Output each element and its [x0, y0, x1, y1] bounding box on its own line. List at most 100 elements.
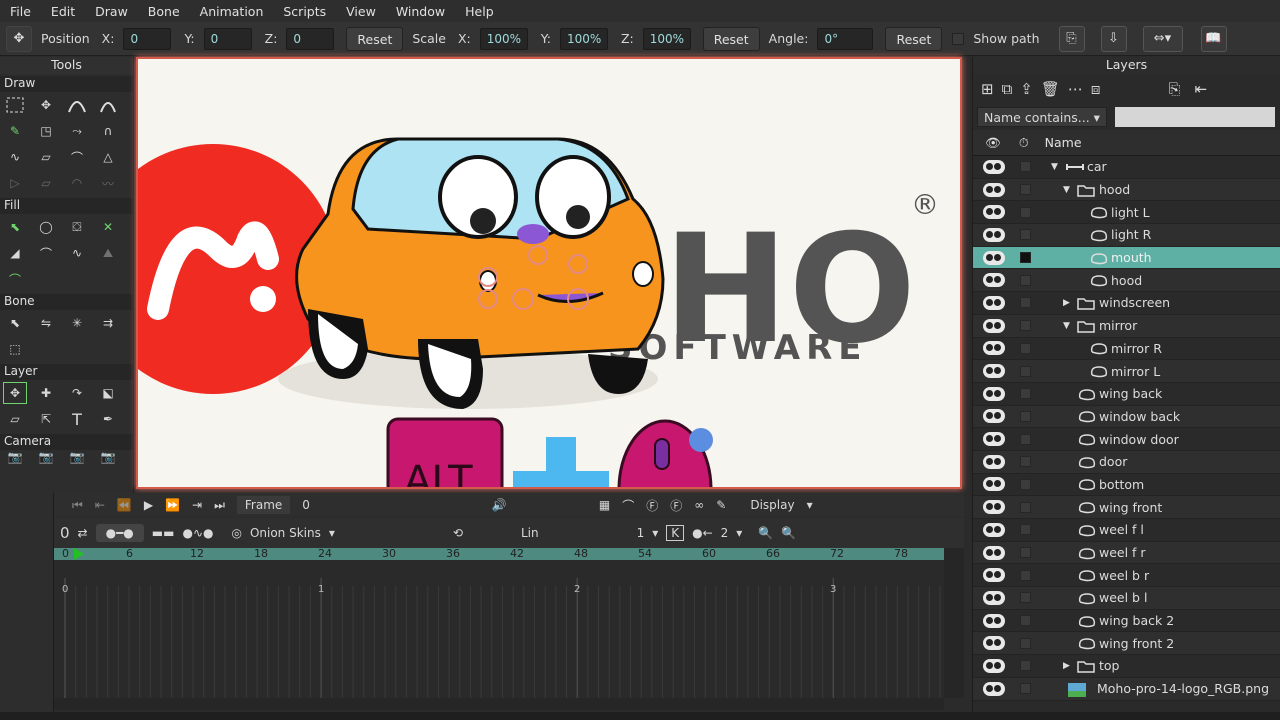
onion-skins-label[interactable]: Onion Skins — [250, 526, 321, 540]
layer-row[interactable]: hood — [973, 269, 1280, 293]
menu-file[interactable]: File — [0, 4, 41, 19]
interp-value[interactable]: 1 — [637, 526, 645, 540]
visibility-eye-icon[interactable] — [983, 681, 1005, 696]
layer-select-checkbox[interactable] — [1020, 456, 1031, 468]
menu-draw[interactable]: Draw — [85, 4, 138, 19]
rewind-icon[interactable]: ⟲ — [453, 526, 463, 540]
layer-row[interactable]: weel b l — [973, 587, 1280, 610]
delete-shape-icon[interactable]: ✕ — [96, 216, 120, 238]
show-path-checkbox[interactable] — [952, 32, 965, 45]
layer-row[interactable]: ▶ top — [973, 655, 1280, 678]
layer-select-checkbox[interactable] — [1020, 161, 1031, 173]
layer-comp-icon[interactable]: ⎘ — [1168, 80, 1180, 98]
menu-window[interactable]: Window — [386, 4, 455, 19]
position-z-field[interactable]: 0 — [286, 27, 335, 50]
layer-row[interactable]: Moho-pro-14-logo_RGB.png — [973, 677, 1280, 701]
timeline-tracks[interactable]: 0 1 2 3 — [54, 560, 1005, 698]
visibility-eye-icon[interactable] — [983, 159, 1005, 174]
menu-animation[interactable]: Animation — [190, 4, 274, 19]
transform-bone-icon[interactable]: ⇋ — [34, 312, 58, 334]
layer-select-checkbox[interactable] — [1020, 501, 1031, 513]
bezier-icon[interactable]: ⌒ — [622, 497, 634, 514]
zoom-out-icon[interactable]: 🔍 — [758, 526, 773, 540]
add-bone-icon[interactable]: ✳ — [65, 312, 89, 334]
curve-icon[interactable]: ∿ — [3, 146, 27, 168]
scale-layer-icon[interactable]: ⬕ — [96, 382, 120, 404]
angle-field[interactable]: 0° — [817, 27, 874, 50]
layer-row[interactable]: window back — [973, 405, 1280, 429]
step-back-icon[interactable]: ⏪ — [117, 498, 132, 512]
onion-skin-icon[interactable]: ◎ — [231, 526, 241, 540]
expand-down-icon[interactable]: ▼ — [1063, 185, 1070, 195]
camera-zoom-icon[interactable]: 📷 — [34, 450, 58, 464]
shear-layer-icon[interactable]: ▱ — [3, 408, 27, 430]
visibility-eye-icon[interactable] — [983, 500, 1005, 515]
layer-row[interactable]: weel f r — [973, 541, 1280, 565]
frame-counter[interactable]: 0 — [60, 524, 70, 542]
book-icon[interactable]: 📖 — [1200, 25, 1227, 52]
menu-view[interactable]: View — [336, 4, 386, 19]
visibility-eye-icon[interactable] — [983, 613, 1005, 628]
flip-vertical-icon[interactable]: ⇩ — [1100, 25, 1127, 52]
visibility-eye-icon[interactable] — [983, 454, 1005, 469]
translate-layer-icon[interactable]: ✚ — [34, 382, 58, 404]
last-frame-icon[interactable]: ⏭ — [214, 498, 225, 513]
layer-row[interactable]: ▼ car — [973, 156, 1280, 179]
visibility-eye-icon[interactable] — [983, 386, 1005, 401]
layer-row[interactable]: light R — [973, 224, 1280, 247]
layer-row[interactable]: ▼ hood — [973, 178, 1280, 202]
layer-row[interactable]: ▼ mirror — [973, 314, 1280, 338]
angle-reset-button[interactable]: Reset — [885, 26, 943, 51]
line-width-icon[interactable]: ◢ — [3, 242, 27, 264]
keyframe-button[interactable]: K — [666, 525, 685, 541]
expand-down-icon[interactable]: ▼ — [1051, 162, 1058, 172]
flip-horizontal-icon[interactable]: ⎘ — [1058, 25, 1085, 52]
shape-fx-icon[interactable]: ∞ — [694, 498, 704, 512]
timeline-ruler[interactable]: 0 6 12 18 24 30 36 42 48 54 60 66 72 78 — [54, 547, 944, 560]
layer-row[interactable]: mirror R — [973, 338, 1280, 361]
layer-select-checkbox[interactable] — [1020, 569, 1031, 581]
translate-points-icon[interactable]: ✥ — [34, 94, 58, 116]
stroke-exposure-icon[interactable]: ∿ — [65, 242, 89, 264]
reparent-bone-icon[interactable]: ⇉ — [96, 312, 120, 334]
scale-z-field[interactable]: 100% — [642, 27, 691, 50]
position-reset-button[interactable]: Reset — [346, 26, 404, 51]
visibility-eye-icon[interactable] — [983, 590, 1005, 605]
visibility-eye-icon[interactable] — [983, 318, 1005, 333]
layer-select-checkbox[interactable] — [1020, 342, 1031, 354]
select-shape-icon[interactable]: ⬉ — [3, 216, 27, 238]
visibility-eye-icon[interactable] — [983, 409, 1005, 424]
layer-select-checkbox[interactable] — [1020, 637, 1031, 649]
layer-row[interactable]: wing front 2 — [973, 632, 1280, 656]
bone-strength-icon[interactable]: ⬚ — [3, 338, 27, 360]
switch-layer-icon[interactable]: ⇱ — [34, 408, 58, 430]
text-tool-icon[interactable]: T — [65, 408, 89, 430]
triangle-tool-icon[interactable]: △ — [96, 146, 120, 168]
timeline-vscrollbar[interactable] — [944, 548, 964, 698]
layer-row[interactable]: door — [973, 450, 1280, 474]
magnet-icon[interactable] — [96, 94, 120, 116]
duplicate-layer-icon[interactable]: ⧉ — [1002, 80, 1013, 98]
layer-row[interactable]: light L — [973, 201, 1280, 225]
rotate-layer-icon[interactable]: ↷ — [65, 382, 89, 404]
step-forward-icon[interactable]: ⏩ — [165, 498, 180, 512]
channel-step-icon[interactable]: ▬▬ — [152, 526, 175, 540]
position-x-field[interactable]: 0 — [123, 27, 172, 50]
visibility-eye-icon[interactable] — [983, 364, 1005, 379]
step-value[interactable]: 2 — [721, 526, 729, 540]
eyedropper-icon[interactable]: ✒ — [96, 408, 120, 430]
layer-row[interactable]: window door — [973, 428, 1280, 451]
fx-icon[interactable]: Ⓕ — [646, 497, 658, 514]
scale-x-field[interactable]: 100% — [479, 27, 528, 50]
filter-text-input[interactable] — [1115, 107, 1275, 127]
layer-row[interactable]: mouth — [973, 246, 1280, 270]
fx-toggle-icon[interactable]: Ⓕ — [670, 497, 682, 514]
freehand-icon[interactable]: ✎ — [3, 120, 27, 142]
align-menu-icon[interactable]: ⇔▾ — [1142, 25, 1183, 52]
layer-select-checkbox[interactable] — [1020, 184, 1031, 196]
layer-settings-icon[interactable]: ⧈ — [1091, 80, 1101, 98]
timeline-hscrollbar[interactable] — [54, 698, 944, 710]
more-options-icon[interactable]: ⋯ — [1068, 80, 1083, 98]
visibility-eye-icon[interactable] — [983, 205, 1005, 220]
layer-select-checkbox[interactable] — [1020, 524, 1031, 536]
